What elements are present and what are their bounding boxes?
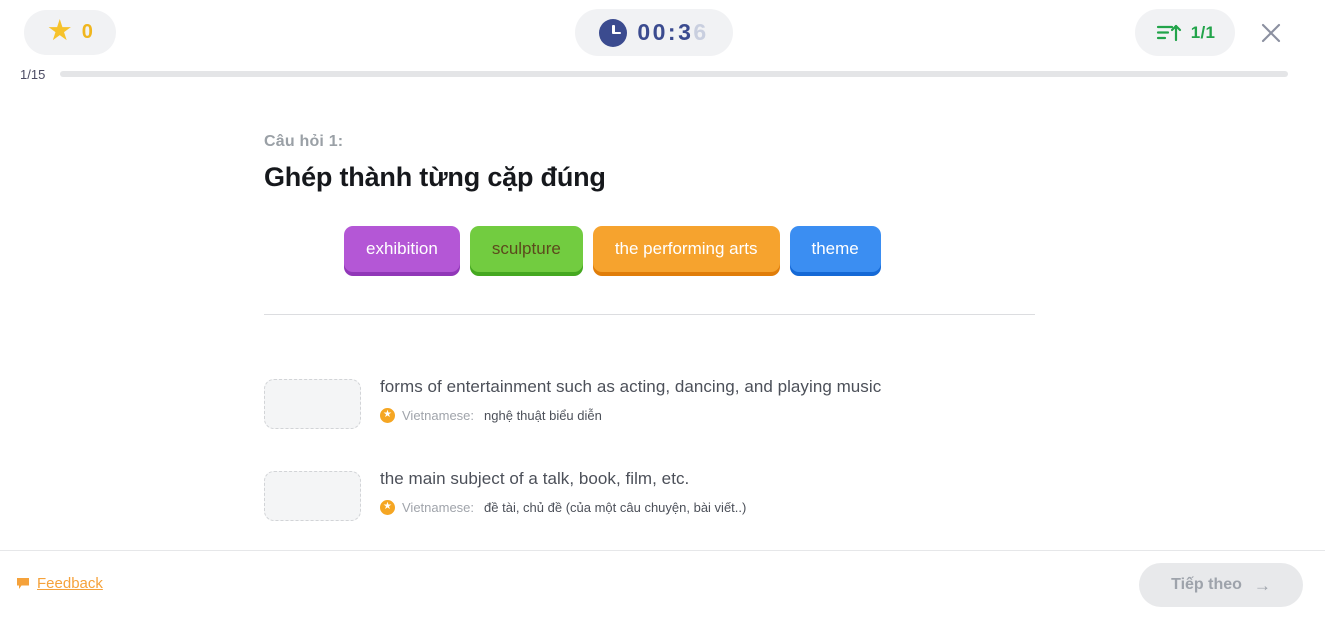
definition-text: forms of entertainment such as acting, d… <box>380 377 882 396</box>
progress-row: 1/15 <box>0 64 1325 84</box>
timer-main: 00:3 <box>637 19 694 45</box>
progress-label: 1/15 <box>20 66 46 82</box>
answered-count-label: 1/1 <box>1190 22 1216 42</box>
next-button[interactable]: Tiếp theo → <box>1139 563 1303 607</box>
word-chip[interactable]: sculpture <box>469 226 583 272</box>
matching-row-body: forms of entertainment such as acting, d… <box>380 365 881 423</box>
matching-row: the main subject of a talk, book, film, … <box>0 457 1325 549</box>
feedback-label: Feedback <box>37 575 103 592</box>
top-bar: ★ 0 00:36 1/1 <box>0 0 1325 64</box>
definition-text: the main subject of a talk, book, film, … <box>380 469 690 488</box>
vietnamese-translation: ★ Vietnamese: nghệ thuật biểu diễn <box>380 408 881 423</box>
answer-dropzone[interactable] <box>264 471 361 521</box>
next-button-label: Tiếp theo <box>1171 576 1242 593</box>
star-count: 0 <box>81 21 94 43</box>
close-button[interactable] <box>1253 15 1289 51</box>
star-score-pill: ★ 0 <box>24 10 116 55</box>
star-badge-icon: ★ <box>380 408 395 423</box>
timer-value: 00:36 <box>637 19 708 46</box>
matching-row: forms of entertainment such as acting, d… <box>0 365 1325 457</box>
section-divider <box>264 314 1035 315</box>
question-number-label: Câu hỏi 1: <box>264 133 344 150</box>
matching-row-body: the main subject of a talk, book, film, … <box>380 457 746 515</box>
close-icon <box>1261 23 1281 43</box>
speech-bubble-icon <box>17 578 29 589</box>
vietnamese-text: nghệ thuật biểu diễn <box>484 408 602 423</box>
answered-count-pill[interactable]: 1/1 <box>1135 9 1235 56</box>
page-title: Ghép thành từng cặp đúng <box>264 162 606 192</box>
star-icon: ★ <box>46 15 73 47</box>
vietnamese-translation: ★ Vietnamese: đề tài, chủ đề (của một câu … <box>380 500 746 515</box>
clock-icon <box>599 18 628 47</box>
vietnamese-label: Vietnamese: <box>402 408 475 423</box>
word-chip[interactable]: theme <box>789 226 881 272</box>
answer-dropzone[interactable] <box>264 379 361 429</box>
bottom-bar: Feedback Tiếp theo → <box>0 550 1325 618</box>
feedback-link[interactable]: Feedback <box>16 575 103 592</box>
timer-last-digit: 6 <box>693 19 709 45</box>
vietnamese-label: Vietnamese: <box>402 500 475 515</box>
arrow-right-icon: → <box>1253 575 1271 595</box>
word-chip[interactable]: exhibition <box>344 226 460 272</box>
word-chip[interactable]: the performing arts <box>592 226 780 272</box>
timer-pill: 00:36 <box>575 9 733 56</box>
vietnamese-text: đề tài, chủ đề (của một câu chuyện, bài … <box>484 500 747 515</box>
word-chip-list: exhibition sculpture the performing arts th… <box>344 226 881 272</box>
star-badge-icon: ★ <box>380 500 395 515</box>
sort-ascending-icon <box>1156 24 1181 41</box>
progress-track <box>60 71 1288 77</box>
